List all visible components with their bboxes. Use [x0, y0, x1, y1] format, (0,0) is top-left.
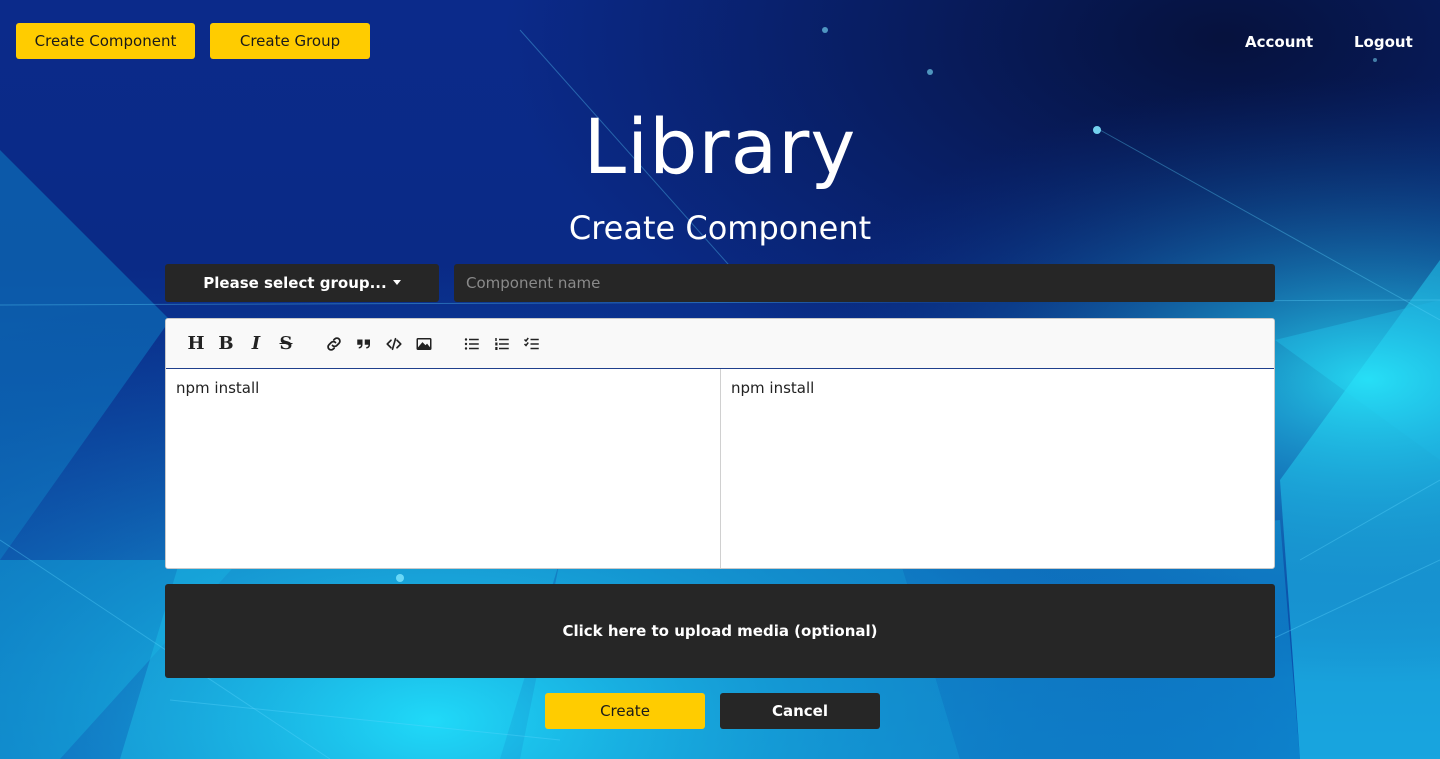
create-component-button[interactable]: Create Component [16, 23, 195, 59]
group-select-dropdown[interactable]: Please select group... [165, 264, 439, 302]
code-icon[interactable] [380, 330, 408, 358]
preview-text: npm install [731, 379, 815, 397]
quote-icon[interactable] [350, 330, 378, 358]
component-name-input[interactable] [454, 264, 1275, 302]
account-link[interactable]: Account [1245, 33, 1313, 51]
page-subtitle: Create Component [568, 209, 872, 247]
markdown-preview: npm install [721, 369, 1274, 568]
page-title: Library [583, 102, 857, 191]
editor-panes: npm install npm install [166, 369, 1274, 568]
editor-toolbar: H B I S [166, 319, 1274, 369]
ordered-list-icon[interactable] [488, 330, 516, 358]
logout-link[interactable]: Logout [1354, 33, 1413, 51]
upload-label: Click here to upload media (optional) [562, 622, 878, 640]
link-icon[interactable] [320, 330, 348, 358]
bold-icon[interactable]: B [212, 330, 240, 358]
create-group-button[interactable]: Create Group [210, 23, 370, 59]
caret-down-icon [392, 279, 401, 285]
checklist-icon[interactable] [518, 330, 546, 358]
markdown-editor: H B I S npm install npm install [165, 318, 1275, 569]
heading-icon[interactable]: H [182, 330, 210, 358]
create-button[interactable]: Create [545, 693, 705, 729]
italic-icon[interactable]: I [242, 330, 270, 358]
image-icon[interactable] [410, 330, 438, 358]
media-upload-dropzone[interactable]: Click here to upload media (optional) [165, 584, 1275, 678]
unordered-list-icon[interactable] [458, 330, 486, 358]
group-select-label: Please select group... [203, 274, 387, 292]
strikethrough-icon[interactable]: S [272, 330, 300, 358]
markdown-source-textarea[interactable]: npm install [166, 369, 721, 568]
cancel-button[interactable]: Cancel [720, 693, 880, 729]
